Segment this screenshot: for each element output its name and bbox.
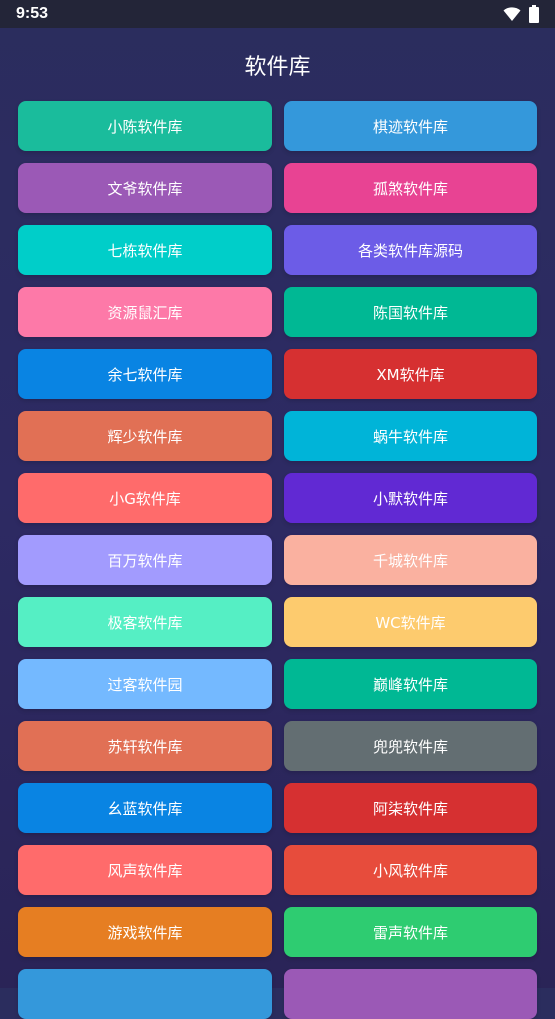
library-button-label: 兜兜软件库 <box>372 737 448 756</box>
library-button-label: 极客软件库 <box>107 613 183 632</box>
status-time: 9:53 <box>16 5 49 22</box>
library-button[interactable]: 千城软件库 <box>284 535 537 585</box>
library-button[interactable]: 陈国软件库 <box>284 287 537 337</box>
library-button-label: 小G软件库 <box>109 489 181 508</box>
library-button[interactable]: 小风软件库 <box>284 845 537 895</box>
library-button[interactable]: 过客软件园 <box>18 659 272 709</box>
wifi-icon <box>503 7 521 21</box>
library-button[interactable] <box>284 969 537 1019</box>
library-button[interactable]: 孤煞软件库 <box>284 163 537 213</box>
library-button[interactable]: 小陈软件库 <box>18 101 272 151</box>
library-button[interactable]: WC软件库 <box>284 597 537 647</box>
library-button[interactable]: 巅峰软件库 <box>284 659 537 709</box>
status-bar: 9:53 <box>0 0 555 28</box>
library-button-label: 小默软件库 <box>372 489 448 508</box>
library-button-label: 风声软件库 <box>107 861 183 880</box>
library-button-label: 蜗牛软件库 <box>372 427 448 446</box>
battery-icon <box>529 5 539 23</box>
library-button-label: 文爷软件库 <box>107 179 183 198</box>
library-button[interactable]: 辉少软件库 <box>18 411 272 461</box>
library-button[interactable]: 蜗牛软件库 <box>284 411 537 461</box>
library-button[interactable]: 幺蓝软件库 <box>18 783 272 833</box>
page-title: 软件库 <box>244 55 311 80</box>
library-button[interactable]: 雷声软件库 <box>284 907 537 957</box>
status-icons <box>503 5 539 23</box>
library-button-label: 游戏软件库 <box>107 923 183 942</box>
library-button-label: 小风软件库 <box>372 861 448 880</box>
library-button[interactable]: 文爷软件库 <box>18 163 272 213</box>
library-button-label: 七栋软件库 <box>107 241 183 260</box>
library-button-label: 各类软件库源码 <box>357 241 463 260</box>
library-button[interactable]: XM软件库 <box>284 349 537 399</box>
software-library-grid: 小陈软件库 棋迹软件库文爷软件库 孤煞软件库七栋软件库 各类软件库源码资源鼠汇库 陈国软… <box>18 101 537 1019</box>
library-button[interactable]: 七栋软件库 <box>18 225 272 275</box>
library-button-label: 小陈软件库 <box>107 117 183 136</box>
library-button-label: 千城软件库 <box>372 551 448 570</box>
library-button-label: 陈国软件库 <box>372 303 448 322</box>
library-button[interactable]: 兜兜软件库 <box>284 721 537 771</box>
library-button[interactable]: 棋迹软件库 <box>284 101 537 151</box>
library-button-label: 棋迹软件库 <box>372 117 448 136</box>
library-button[interactable]: 游戏软件库 <box>18 907 272 957</box>
library-button-label: 雷声软件库 <box>372 923 448 942</box>
library-button[interactable]: 小G软件库 <box>18 473 272 523</box>
library-button-label: WC软件库 <box>375 613 446 632</box>
library-button-label: 过客软件园 <box>107 675 183 694</box>
library-button-label: 苏轩软件库 <box>107 737 183 756</box>
library-button-label: 孤煞软件库 <box>372 179 448 198</box>
library-button-label: 幺蓝软件库 <box>107 799 183 818</box>
library-button-label: 资源鼠汇库 <box>107 303 183 322</box>
library-button[interactable]: 阿柒软件库 <box>284 783 537 833</box>
library-button[interactable]: 风声软件库 <box>18 845 272 895</box>
library-button-label: 巅峰软件库 <box>372 675 448 694</box>
library-button[interactable] <box>18 969 272 1019</box>
library-button[interactable]: 苏轩软件库 <box>18 721 272 771</box>
library-button[interactable]: 极客软件库 <box>18 597 272 647</box>
library-button-label: 阿柒软件库 <box>372 799 448 818</box>
library-button[interactable]: 小默软件库 <box>284 473 537 523</box>
library-button-label: 辉少软件库 <box>107 427 183 446</box>
library-button[interactable]: 百万软件库 <box>18 535 272 585</box>
library-button-label: XM软件库 <box>376 365 445 384</box>
library-button[interactable]: 资源鼠汇库 <box>18 287 272 337</box>
library-button[interactable]: 余七软件库 <box>18 349 272 399</box>
library-button[interactable]: 各类软件库源码 <box>284 225 537 275</box>
library-button-label: 百万软件库 <box>107 551 183 570</box>
library-button-label: 余七软件库 <box>107 365 183 384</box>
